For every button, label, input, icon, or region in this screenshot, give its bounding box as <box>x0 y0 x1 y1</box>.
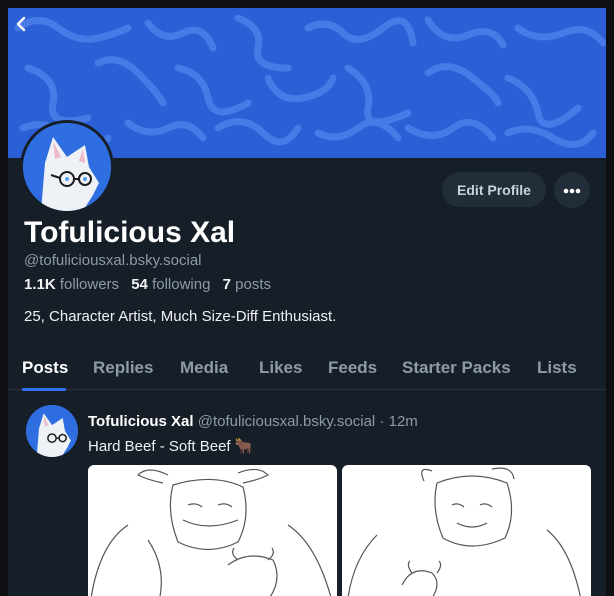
tab-media[interactable]: Media <box>180 358 228 378</box>
followers-label: followers <box>59 276 120 293</box>
tab-posts[interactable]: Posts <box>22 358 68 378</box>
post-image-1[interactable] <box>88 465 337 596</box>
profile-handle: @tofuliciousxal.bsky.social <box>24 252 202 269</box>
posts-count: 7 <box>222 276 231 293</box>
following-count: 54 <box>131 276 148 293</box>
followers-count: 1.1K <box>24 276 56 293</box>
profile-avatar[interactable] <box>20 120 114 214</box>
bull-sketch-hard <box>90 468 332 596</box>
profile-bio: 25, Character Artist, Much Size-Diff Ent… <box>24 308 337 325</box>
tab-feeds[interactable]: Feeds <box>328 358 377 378</box>
post-author-avatar[interactable] <box>26 405 78 457</box>
feed-post[interactable]: Tofulicious Xal @tofuliciousxal.bsky.soc… <box>8 391 606 596</box>
tab-starter-packs[interactable]: Starter Packs <box>402 358 511 378</box>
post-image-2[interactable] <box>342 465 591 596</box>
profile-tabs: Posts Replies Media Likes Feeds Starter … <box>8 346 606 391</box>
followers-link[interactable]: 1.1K followers <box>24 276 119 293</box>
following-link[interactable]: 54 following <box>131 276 210 293</box>
post-separator: · <box>379 413 385 430</box>
display-name: Tofulicious Xal <box>24 216 236 249</box>
tab-lists[interactable]: Lists <box>537 358 577 378</box>
following-label: following <box>152 276 211 293</box>
post-author-handle[interactable]: @tofuliciousxal.bsky.social <box>198 413 376 430</box>
bull-sketch-soft <box>347 467 581 596</box>
more-dots-icon <box>563 181 581 199</box>
cat-avatar-image <box>23 123 111 211</box>
tab-replies[interactable]: Replies <box>93 358 153 378</box>
post-author-name[interactable]: Tofulicious Xal <box>88 413 194 430</box>
profile-stats: 1.1K followers 54 following 7 posts <box>24 276 271 293</box>
profile-screen: Edit Profile Tofulicious Xal @tofuliciou… <box>8 8 606 596</box>
edit-profile-button[interactable]: Edit Profile <box>442 172 546 207</box>
posts-label: posts <box>235 276 271 293</box>
tab-likes[interactable]: Likes <box>259 358 302 378</box>
post-text: Hard Beef - Soft Beef 🐂 <box>88 438 254 455</box>
post-header: Tofulicious Xal @tofuliciousxal.bsky.soc… <box>88 413 418 430</box>
cat-avatar-small-image <box>26 405 78 457</box>
more-options-button[interactable] <box>554 172 590 208</box>
post-timestamp[interactable]: 12m <box>389 413 418 430</box>
back-button[interactable] <box>14 16 42 44</box>
